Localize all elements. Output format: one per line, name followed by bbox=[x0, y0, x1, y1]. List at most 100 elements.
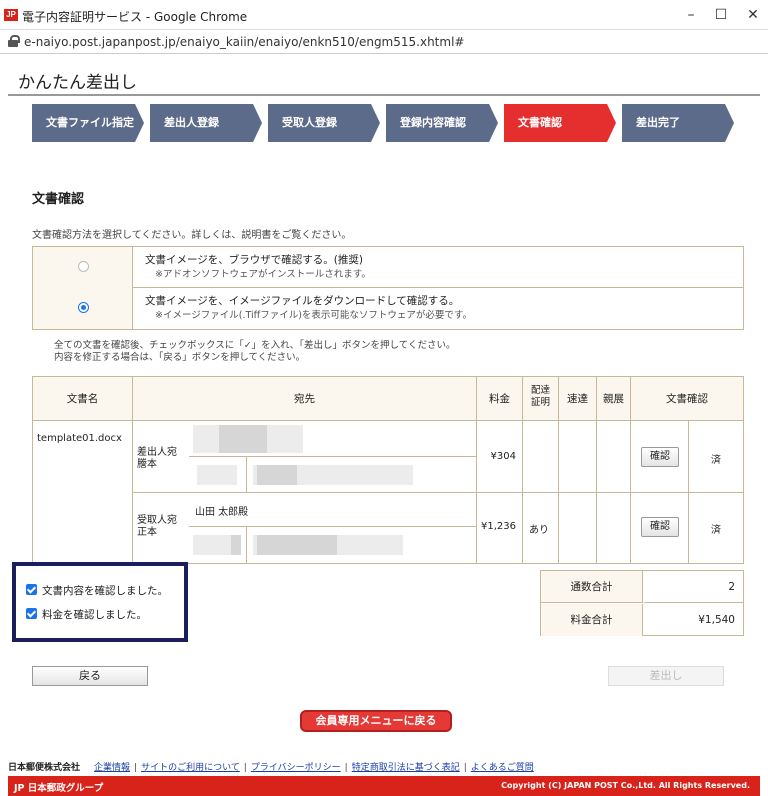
row2-status: 済 bbox=[711, 525, 721, 536]
option-download-label: 文書イメージを、イメージファイルをダウンロードして確認する。 bbox=[145, 295, 460, 307]
row2-fee: ¥1,236 bbox=[481, 521, 516, 532]
step-document-confirm: 文書確認 bbox=[504, 104, 616, 142]
progress-steps: 文書ファイル指定 差出人登録 受取人登録 登録内容確認 文書確認 差出完了 bbox=[32, 104, 752, 142]
lock-icon bbox=[8, 35, 20, 47]
row1-fee: ¥304 bbox=[490, 451, 516, 462]
redacted-block bbox=[257, 465, 297, 485]
row2-name-cell: 山田 太郎殿 bbox=[189, 493, 477, 527]
row2-name: 山田 太郎殿 bbox=[195, 507, 249, 518]
member-menu-button[interactable]: 会員専用メニューに戻る bbox=[300, 710, 452, 732]
row2-delivery-cert-cell: あり bbox=[523, 493, 559, 563]
check-content-label: 文書内容を確認しました。 bbox=[42, 585, 168, 597]
back-button[interactable]: 戻る bbox=[32, 666, 148, 686]
copyright: Copyright (C) JAPAN POST Co.,Ltd. All Ri… bbox=[501, 781, 750, 790]
checkbox-checked-icon[interactable] bbox=[26, 584, 37, 595]
row2-fee-cell: ¥1,236 bbox=[477, 493, 523, 563]
maximize-icon[interactable]: ☐ bbox=[706, 4, 736, 26]
submit-button[interactable]: 差出し bbox=[608, 666, 724, 686]
step-sender-register: 差出人登録 bbox=[150, 104, 262, 142]
title-divider bbox=[8, 94, 760, 96]
total-fee-value: ¥1,540 bbox=[698, 614, 735, 626]
confirm-method-options: 文書イメージを、ブラウザで確認する。(推奨) ※アドオンソフトウェアがインストー… bbox=[32, 246, 744, 330]
row2-status-cell: 済 bbox=[689, 493, 743, 563]
row1-address-cell bbox=[247, 457, 477, 493]
redacted-block bbox=[231, 535, 241, 555]
instruction-notes: 全ての文書を確認後、チェックボックスに「✓」を入れ、「差出し」ボタンを押してくだ… bbox=[54, 340, 455, 364]
redacted-block bbox=[197, 465, 237, 485]
page-content: かんたん差出し 文書ファイル指定 差出人登録 受取人登録 登録内容確認 文書確認… bbox=[8, 58, 760, 796]
header-address: 宛先 bbox=[133, 377, 477, 421]
japanpost-group-logo: JP 日本郵政グループ bbox=[14, 783, 104, 794]
row1-zip-cell bbox=[189, 457, 247, 493]
row2-type: 受取人宛 正本 bbox=[137, 515, 177, 538]
total-count-label: 通数合計 bbox=[541, 571, 643, 603]
footer-link-faq[interactable]: よくあるご質問 bbox=[471, 763, 534, 773]
footer-link-company-info[interactable]: 企業情報 bbox=[94, 763, 130, 773]
row2-confirm-cell: 確認 bbox=[631, 493, 689, 563]
footer-links: 日本郵便株式会社 企業情報 | サイトのご利用について | プライバシーポリシー | 特定商… bbox=[8, 758, 760, 774]
row1-fee-cell: ¥304 bbox=[477, 421, 523, 493]
document-table: 文書名 宛先 料金 配達 証明 速達 親展 文書確認 template01.do… bbox=[32, 376, 744, 564]
header-express: 速達 bbox=[559, 377, 597, 421]
row2-address-cell bbox=[247, 527, 477, 563]
total-count-value: 2 bbox=[644, 571, 743, 603]
option-browser-label: 文書イメージを、ブラウザで確認する。(推奨) bbox=[145, 254, 363, 266]
row2-personal bbox=[597, 493, 631, 563]
footer-link-site-usage[interactable]: サイトのご利用について bbox=[141, 763, 240, 773]
footer-link-commercial-law[interactable]: 特定商取引法に基づく表記 bbox=[352, 763, 460, 773]
page-title: かんたん差出し bbox=[18, 73, 137, 93]
redacted-block bbox=[257, 535, 337, 555]
redacted-block bbox=[219, 425, 267, 453]
option-browser-note: ※アドオンソフトウェアがインストールされます。 bbox=[155, 269, 371, 280]
header-fee: 料金 bbox=[477, 377, 523, 421]
checkbox-checked-icon[interactable] bbox=[26, 608, 37, 619]
radio-browser[interactable] bbox=[78, 261, 89, 272]
footer-company: 日本郵便株式会社 bbox=[8, 763, 81, 773]
check-fee-label: 料金を確認しました。 bbox=[42, 609, 147, 621]
section-instruction: 文書確認方法を選択してください。詳しくは、説明書をご覧ください。 bbox=[32, 230, 352, 241]
header-delivery-cert: 配達 証明 bbox=[523, 377, 559, 421]
row1-confirm-cell: 確認 bbox=[631, 421, 689, 493]
header-doc-confirm: 文書確認 bbox=[631, 377, 743, 421]
browser-titlebar: JP 電子内容証明サービス - Google Chrome – ☐ ✕ bbox=[0, 0, 768, 30]
row1-confirm-button[interactable]: 確認 bbox=[641, 447, 679, 467]
row1-name-cell bbox=[189, 421, 477, 457]
window-title: 電子内容証明サービス - Google Chrome bbox=[22, 10, 248, 24]
step-recipient-register: 受取人登録 bbox=[268, 104, 380, 142]
minimize-icon[interactable]: – bbox=[676, 4, 706, 26]
option-download-note: ※イメージファイル(.Tiffファイル)を表示可能なソフトウェアが必要です。 bbox=[155, 310, 472, 321]
url-text[interactable]: e-naiyo.post.japanpost.jp/enaiyo_kaiin/e… bbox=[24, 35, 464, 49]
step-complete: 差出完了 bbox=[622, 104, 734, 142]
step-file-select: 文書ファイル指定 bbox=[32, 104, 144, 142]
option-download[interactable]: 文書イメージを、イメージファイルをダウンロードして確認する。 ※イメージファイル… bbox=[33, 288, 743, 329]
row2-confirm-button[interactable]: 確認 bbox=[641, 517, 679, 537]
row1-status: 済 bbox=[711, 455, 721, 466]
header-personal: 親展 bbox=[597, 377, 631, 421]
doc-name: template01.docx bbox=[37, 433, 122, 444]
japanpost-favicon-icon: JP bbox=[4, 9, 18, 21]
table-row: 差出人宛 謄本 bbox=[133, 421, 189, 493]
radio-download[interactable] bbox=[78, 302, 89, 313]
option-browser[interactable]: 文書イメージを、ブラウザで確認する。(推奨) ※アドオンソフトウェアがインストー… bbox=[33, 247, 743, 288]
row1-type: 差出人宛 謄本 bbox=[137, 447, 177, 470]
address-bar[interactable]: e-naiyo.post.japanpost.jp/enaiyo_kaiin/e… bbox=[0, 30, 768, 54]
row2-express bbox=[559, 493, 597, 563]
step-content-confirm: 登録内容確認 bbox=[386, 104, 498, 142]
row2-zip-cell bbox=[189, 527, 247, 563]
note-line-1: 全ての文書を確認後、チェックボックスに「✓」を入れ、「差出し」ボタンを押してくだ… bbox=[54, 340, 456, 351]
row1-personal bbox=[597, 421, 631, 493]
row1-express bbox=[559, 421, 597, 493]
table-row: 受取人宛 正本 bbox=[133, 493, 189, 563]
totals-table: 通数合計 2 料金合計 ¥1,540 bbox=[540, 570, 744, 636]
total-fee-label: 料金合計 bbox=[541, 604, 643, 636]
footer-bar: JP 日本郵政グループ Copyright (C) JAPAN POST Co.… bbox=[8, 776, 760, 796]
row2-delivery-cert: あり bbox=[529, 525, 549, 536]
close-icon[interactable]: ✕ bbox=[738, 4, 768, 26]
footer-link-privacy[interactable]: プライバシーポリシー bbox=[251, 763, 341, 773]
section-title: 文書確認 bbox=[32, 192, 85, 207]
note-line-2: 内容を修正する場合は、「戻る」ボタンを押してください。 bbox=[54, 352, 306, 363]
header-doc-name: 文書名 bbox=[33, 377, 133, 421]
row1-status-cell: 済 bbox=[689, 421, 743, 493]
doc-name-cell: template01.docx bbox=[33, 421, 133, 563]
row1-delivery-cert bbox=[523, 421, 559, 493]
